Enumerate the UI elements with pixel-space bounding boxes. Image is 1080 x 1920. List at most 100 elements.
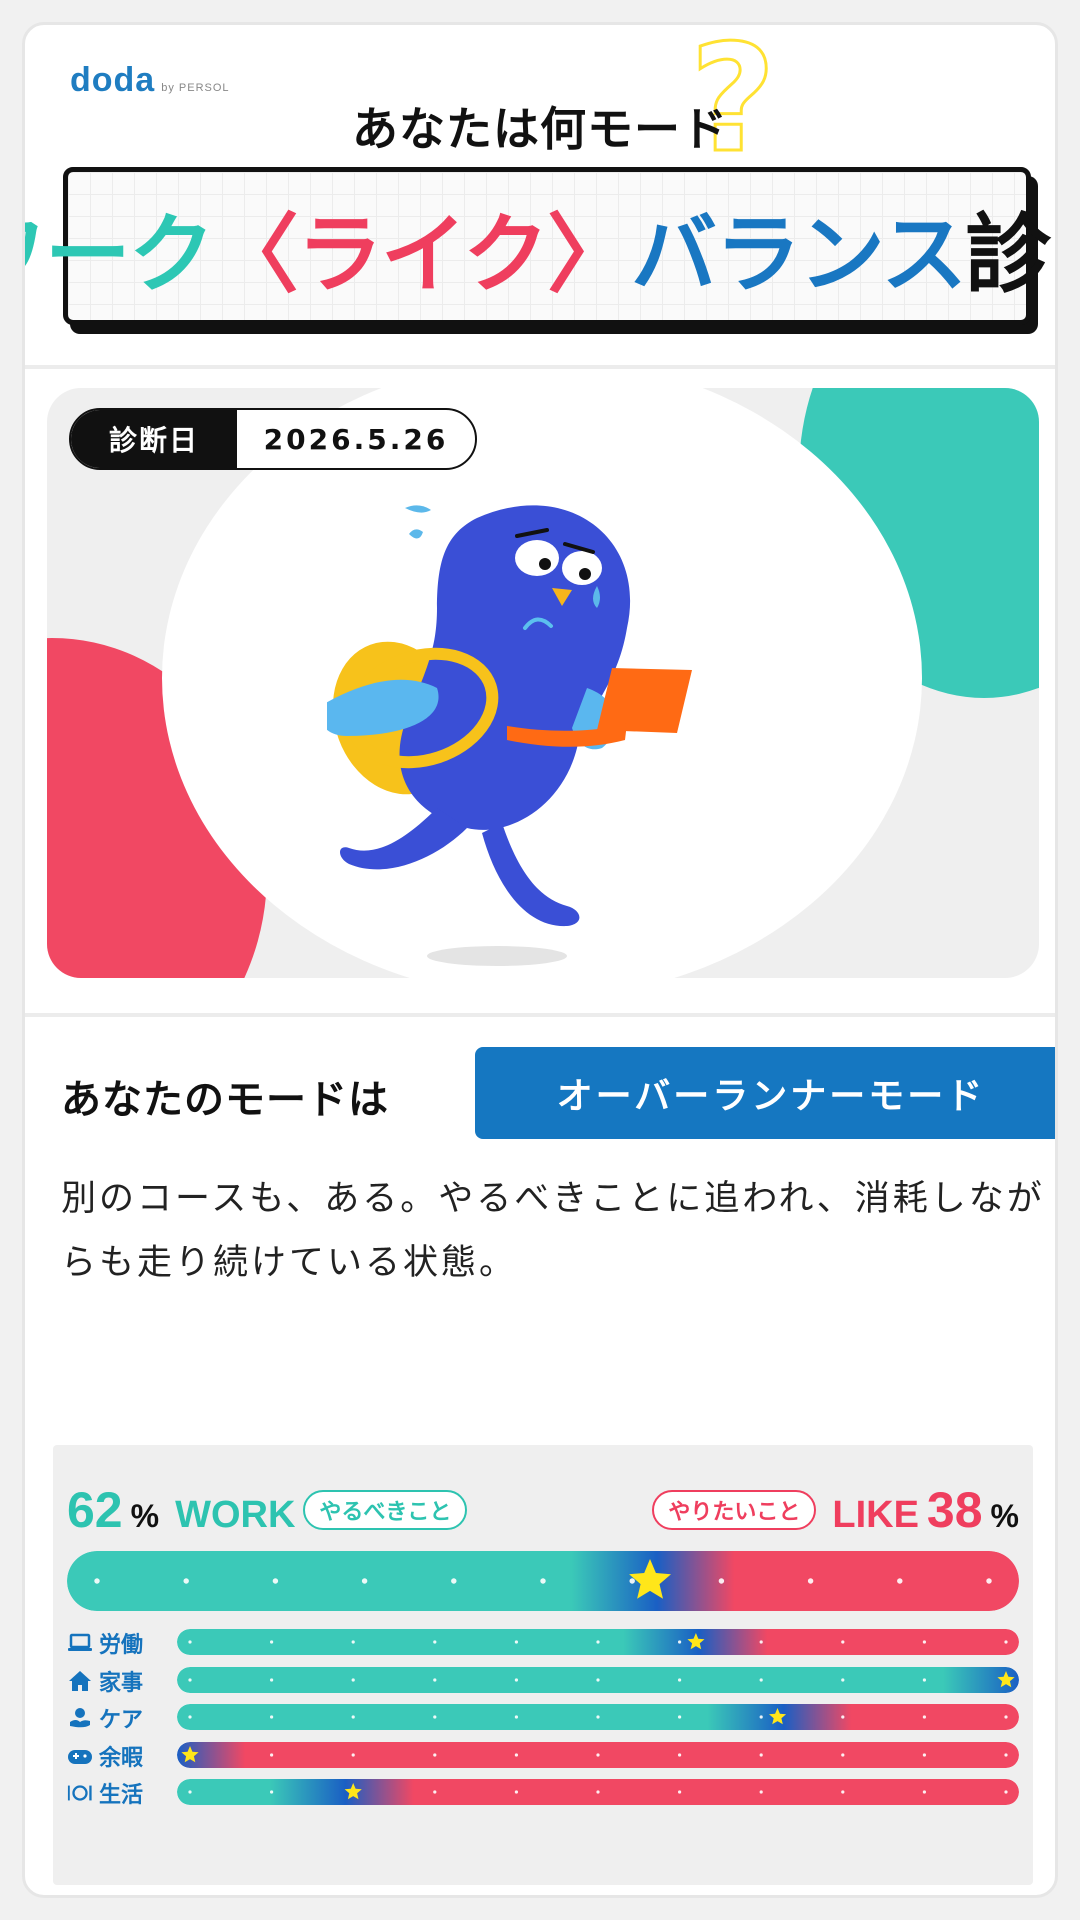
category-bar-tick-dot <box>596 1640 600 1644</box>
like-label: LIKE <box>832 1494 919 1536</box>
category-row: ケア <box>67 1702 1019 1734</box>
balance-header: 62 % WORK やるべきこと やりたいこと LIKE 38 % <box>67 1481 1019 1539</box>
category-bar-tick-dot <box>188 1790 192 1794</box>
category-row: 労働 <box>67 1627 1019 1659</box>
main-bar-tick-dot <box>94 1578 100 1584</box>
category-bar-tick-dot <box>270 1677 274 1682</box>
category-bar-tick-dot <box>922 1640 927 1644</box>
category-bar-tick-dot <box>433 1677 437 1682</box>
category-bar-tick-dot <box>433 1715 437 1719</box>
category-bar-tick-dot <box>841 1640 845 1644</box>
category-bar-tick-dot <box>514 1715 518 1719</box>
category-bar-tick-dot <box>514 1640 518 1644</box>
diagnosis-date-pill: 診断日 2026.5.26 <box>69 408 477 470</box>
work-label: WORK <box>175 1494 296 1536</box>
category-bar <box>177 1741 1019 1768</box>
mode-description: 別のコースも、ある。やるべきことに追われ、消耗しながらも走り続けている状態。 <box>61 1179 1045 1283</box>
mode-row: あなたのモードは オーバーランナーモード <box>61 1047 1055 1139</box>
category-bar-tick-dot <box>678 1677 682 1682</box>
category-bar-tick-dot <box>596 1715 600 1719</box>
category-bar-tick-dot <box>678 1715 682 1719</box>
category-bar-tick-dot <box>1004 1752 1008 1757</box>
category-bar-tick-dot <box>596 1790 600 1794</box>
hero-illustration: 診断日 2026.5.26 <box>47 388 1039 978</box>
date-label: 診断日 <box>71 410 237 468</box>
main-bar-tick-dot <box>986 1578 992 1584</box>
category-bar-tick-dot <box>270 1715 274 1719</box>
main-bar-tick-dot <box>629 1578 635 1584</box>
main-bar-tick-dot <box>451 1578 457 1584</box>
category-bar-tick-dot <box>433 1640 437 1644</box>
category-name: ケア <box>99 1708 144 1733</box>
title-banner: ワーク〈ライク〉バランス診断 <box>25 167 1055 325</box>
category-bar-tick-dot <box>514 1677 518 1682</box>
category-bar-tick-dot <box>433 1752 437 1757</box>
work-tag: やるべきこと <box>303 1490 468 1530</box>
category-bar-tick-dot <box>678 1790 682 1794</box>
category-name: 生活 <box>99 1783 144 1808</box>
gamepad-icon <box>67 1743 93 1769</box>
page-title: ワーク〈ライク〉バランス診断 <box>25 184 1055 309</box>
category-bar-tick-dot <box>1004 1640 1008 1644</box>
divider <box>25 1013 1055 1017</box>
main-bar-tick-dot <box>807 1578 814 1584</box>
category-row: 生活 <box>67 1777 1019 1809</box>
category-name: 労働 <box>99 1633 144 1658</box>
main-bar-tick-dot <box>361 1578 368 1584</box>
title-work: ワーク <box>25 204 215 305</box>
category-bar-tick-dot <box>596 1677 600 1682</box>
category-bar-tick-dot <box>270 1790 274 1794</box>
category-bar-tick-dot <box>351 1640 355 1644</box>
category-bar-tick-dot <box>1004 1790 1008 1794</box>
divider <box>25 365 1055 369</box>
header-subtitle: あなたは何モード <box>352 102 728 156</box>
category-bar-tick-dot <box>433 1790 437 1794</box>
date-value: 2026.5.26 <box>263 422 449 456</box>
like-percent: 38 <box>926 1482 983 1538</box>
category-bar-tick-dot <box>922 1790 927 1794</box>
main-bar-tick-dot <box>718 1578 725 1584</box>
main-bar-tick-dot <box>183 1578 189 1584</box>
runner-character-illustration <box>327 505 692 966</box>
category-bar-tick-dot <box>759 1752 763 1757</box>
category-bar-tick-dot <box>759 1715 763 1719</box>
category-row: 家事 <box>67 1665 1019 1697</box>
category-bar-tick-dot <box>514 1790 518 1794</box>
category-bar-tick-dot <box>759 1790 763 1794</box>
category-label: 生活 <box>67 1777 177 1809</box>
main-balance-bar <box>67 1551 1019 1611</box>
title-like: 〈ライク〉 <box>212 204 633 305</box>
category-label: 余暇 <box>67 1740 177 1772</box>
category-bar-tick-dot <box>841 1715 845 1719</box>
category-bar-tick-dot <box>270 1640 274 1644</box>
dining-icon <box>67 1780 93 1806</box>
category-row: 余暇 <box>67 1740 1019 1772</box>
category-label: 労働 <box>67 1627 177 1659</box>
like-summary: やりたいこと LIKE 38 % <box>652 1481 1019 1539</box>
category-bar-tick-dot <box>678 1752 682 1757</box>
category-name: 余暇 <box>99 1745 144 1771</box>
title-diagnosis: 診断 <box>965 204 1055 305</box>
work-summary: 62 % WORK やるべきこと <box>67 1481 468 1539</box>
category-bar-tick-dot <box>1004 1715 1008 1719</box>
main-bar-tick-dot <box>897 1578 903 1584</box>
category-bar-tick-dot <box>922 1677 927 1682</box>
category-bar-tick-dot <box>678 1640 682 1644</box>
mode-badge: オーバーランナーモード <box>475 1047 1055 1139</box>
laptop-icon <box>67 1630 93 1656</box>
category-bar-tick-dot <box>188 1640 192 1644</box>
work-percent-sign: % <box>130 1498 160 1534</box>
category-bar <box>177 1666 1019 1693</box>
main-bar-tick-dot <box>540 1578 546 1584</box>
category-bar <box>177 1629 1019 1655</box>
result-card: doda by PERSOL ? あなたは何モード ワーク〈ライク〉バランス診断 <box>22 22 1058 1898</box>
like-tag: やりたいこと <box>652 1490 817 1530</box>
category-bar-tick-dot <box>351 1752 355 1757</box>
category-bar-tick-dot <box>351 1715 355 1719</box>
category-bar-tick-dot <box>841 1790 845 1794</box>
category-bar-tick-dot <box>514 1752 518 1757</box>
category-bar-tick-dot <box>596 1752 600 1757</box>
category-label: ケア <box>67 1702 177 1734</box>
category-bar-tick-dot <box>351 1677 355 1682</box>
like-percent-sign: % <box>990 1498 1019 1534</box>
